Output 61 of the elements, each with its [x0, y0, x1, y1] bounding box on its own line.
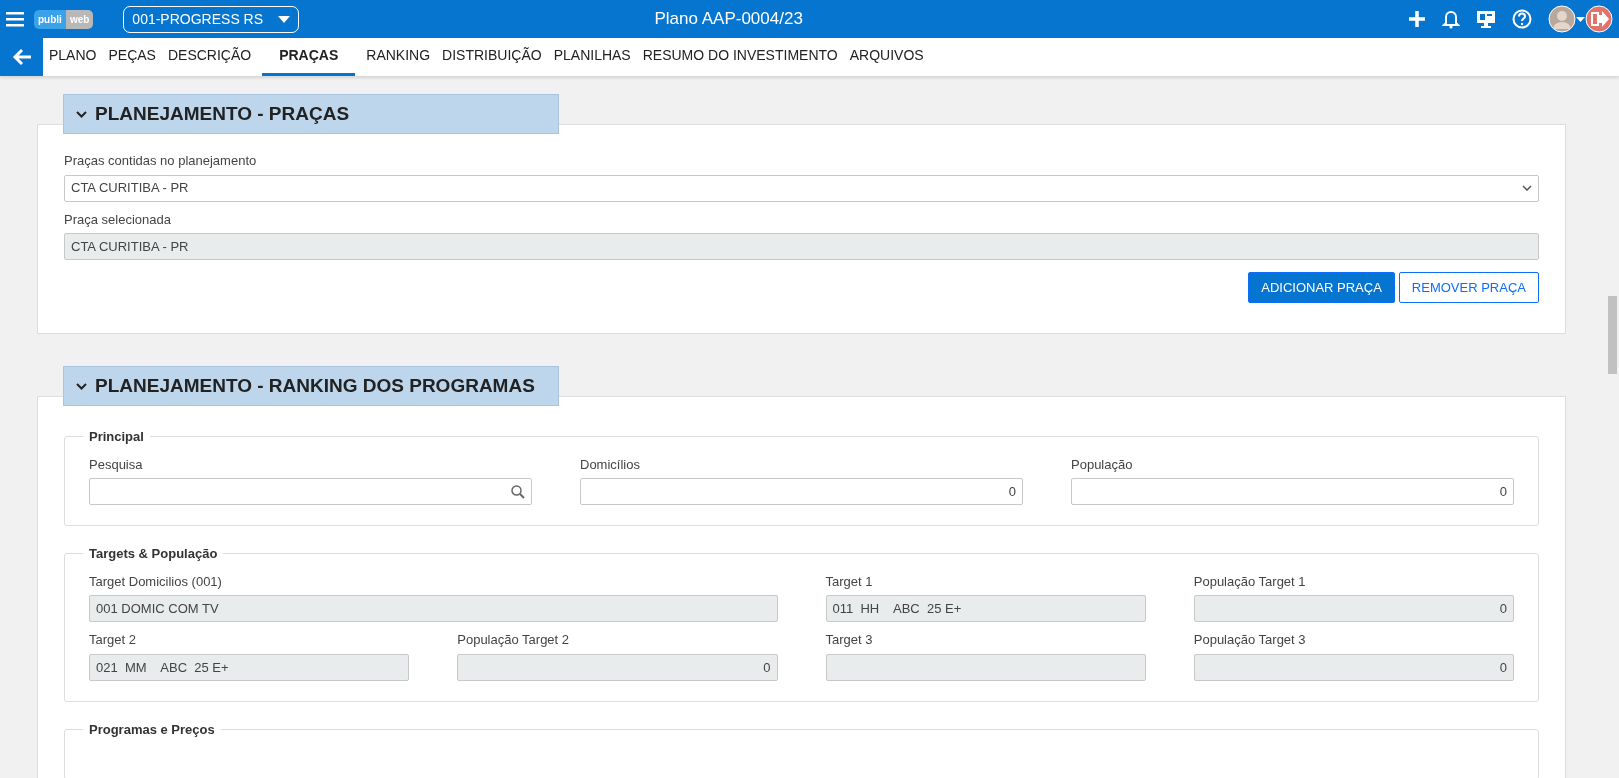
- input-field[interactable]: 0: [580, 478, 1023, 505]
- caret-icon[interactable]: [1576, 16, 1585, 22]
- caret-icon: [278, 15, 291, 23]
- section-title: PLANEJAMENTO - RANKING DOS PROGRAMAS: [95, 373, 535, 398]
- field-label: População Target 1: [1193, 572, 1307, 591]
- input-field[interactable]: 0: [457, 653, 778, 681]
- field-label: Target 1: [825, 572, 874, 591]
- field-label: População Target 3: [1193, 631, 1307, 649]
- field-label: Domicílios: [580, 455, 641, 474]
- tab[interactable]: PLANO: [43, 38, 103, 76]
- field-label: Pesquisa: [89, 455, 144, 474]
- section-header[interactable]: PLANEJAMENTO - PRAÇAS: [63, 94, 559, 134]
- select-field[interactable]: CTA CURITIBA - PR: [64, 174, 1539, 202]
- field-label: População: [1071, 455, 1134, 474]
- tab[interactable]: DESCRIÇÃO: [161, 38, 258, 76]
- logout-icon[interactable]: [1585, 5, 1613, 33]
- monitor-icon[interactable]: [1476, 10, 1496, 28]
- caret-icon: [1522, 185, 1532, 191]
- input-field[interactable]: 021 MM ABC 25 E+: [89, 653, 410, 681]
- back-button[interactable]: [0, 38, 43, 76]
- fieldset-legend: Principal: [83, 427, 150, 447]
- search-field[interactable]: [89, 478, 532, 505]
- field-label: Target 2: [89, 631, 137, 649]
- bell-icon[interactable]: [1442, 9, 1460, 29]
- field-label: Target Domicilios (001): [89, 572, 223, 591]
- input-field[interactable]: 0: [1193, 653, 1514, 681]
- tab[interactable]: RESUMO DO INVESTIMENTO: [636, 38, 844, 76]
- button[interactable]: ADICIONAR PRAÇA: [1248, 272, 1395, 303]
- tab[interactable]: RANKING: [360, 38, 437, 76]
- input-field[interactable]: 0: [1193, 595, 1514, 622]
- input-field[interactable]: 0: [1071, 478, 1514, 505]
- back-arrow-icon: [11, 48, 32, 66]
- section-header[interactable]: PLANEJAMENTO - RANKING DOS PROGRAMAS: [63, 366, 559, 406]
- input-field[interactable]: 001 DOMIC COM TV: [89, 595, 778, 622]
- field-label: População Target 2: [457, 631, 571, 649]
- window-title: Plano AAP-0004/23: [653, 8, 804, 31]
- tab[interactable]: PEÇAS: [102, 38, 162, 76]
- chevron-icon: [76, 382, 87, 390]
- button[interactable]: REMOVER PRAÇA: [1398, 272, 1539, 303]
- tab[interactable]: PRAÇAS: [262, 38, 356, 76]
- field-label: Praças contidas no planejamento: [64, 152, 258, 170]
- tab[interactable]: ARQUIVOS: [843, 38, 930, 76]
- fieldset-legend: Programas e Preços: [83, 719, 221, 739]
- tab[interactable]: DISTRIBUIÇÃO: [436, 38, 548, 76]
- fieldset-legend: Targets & População: [83, 544, 224, 564]
- add-icon[interactable]: [1408, 10, 1426, 28]
- company-select[interactable]: 001-PROGRESS RS: [123, 5, 300, 33]
- tab[interactable]: PLANILHAS: [547, 38, 637, 76]
- select-value: CTA CURITIBA - PR: [71, 179, 189, 198]
- help-icon[interactable]: [1512, 9, 1532, 29]
- avatar-icon[interactable]: [1548, 5, 1576, 33]
- input-field[interactable]: CTA CURITIBA - PR: [64, 233, 1539, 260]
- input-field[interactable]: 011 HH ABC 25 E+: [825, 595, 1146, 622]
- logo: publi web: [34, 9, 94, 29]
- section-title: PLANEJAMENTO - PRAÇAS: [95, 101, 350, 126]
- chevron-icon: [76, 110, 87, 118]
- search-icon: [511, 484, 525, 499]
- menu-icon[interactable]: [6, 11, 24, 27]
- field-label: Target 3: [825, 631, 874, 649]
- field-label: Praça selecionada: [64, 210, 172, 229]
- input-field[interactable]: [825, 653, 1146, 681]
